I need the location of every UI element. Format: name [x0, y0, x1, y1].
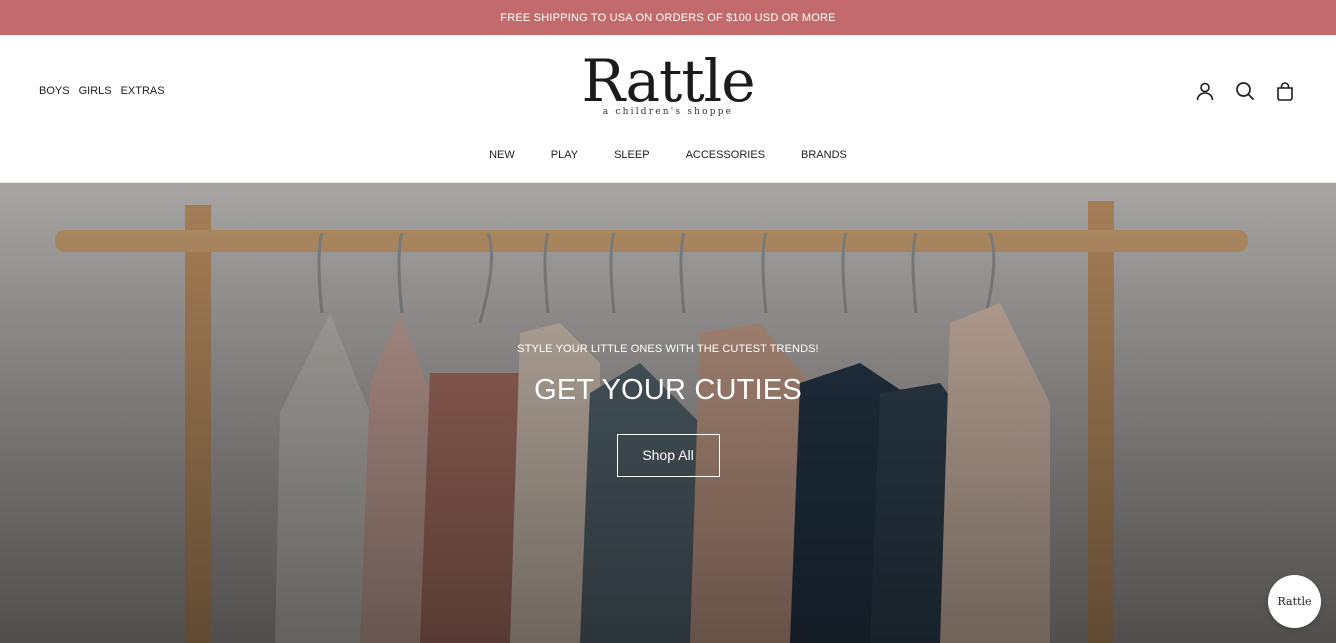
chat-widget-label: Rattle	[1277, 595, 1312, 608]
search-icon[interactable]	[1234, 80, 1256, 102]
hero-banner: STYLE YOUR LITTLE ONES WITH THE CUTEST T…	[0, 183, 1336, 643]
nav-link-sleep[interactable]: SLEEP	[614, 149, 649, 161]
nav-link-accessories[interactable]: ACCESSORIES	[686, 149, 765, 161]
site-logo[interactable]: Rattle a children's shoppe	[0, 51, 1336, 117]
account-icon[interactable]	[1194, 80, 1216, 102]
nav-link-play[interactable]: PLAY	[551, 149, 578, 161]
primary-nav: NEW PLAY SLEEP ACCESSORIES BRANDS	[0, 149, 1336, 161]
nav-link-brands[interactable]: BRANDS	[801, 149, 847, 161]
hero-content: STYLE YOUR LITTLE ONES WITH THE CUTEST T…	[0, 343, 1336, 477]
logo-tagline: a children's shoppe	[602, 107, 734, 117]
hero-subtitle: STYLE YOUR LITTLE ONES WITH THE CUTEST T…	[517, 343, 819, 355]
header-actions	[1194, 80, 1296, 102]
site-header: BOYS GIRLS EXTRAS Rattle a children's sh…	[0, 35, 1336, 183]
logo-wordmark: Rattle	[581, 47, 755, 115]
announcement-text: FREE SHIPPING TO USA ON ORDERS OF $100 U…	[500, 11, 836, 24]
chat-widget-button[interactable]: Rattle	[1268, 575, 1321, 628]
shop-all-button[interactable]: Shop All	[616, 434, 720, 477]
announcement-bar: FREE SHIPPING TO USA ON ORDERS OF $100 U…	[0, 0, 1336, 35]
cart-bag-icon[interactable]	[1274, 80, 1296, 102]
hero-title: GET YOUR CUTIES	[534, 374, 802, 406]
nav-link-new[interactable]: NEW	[489, 149, 515, 161]
